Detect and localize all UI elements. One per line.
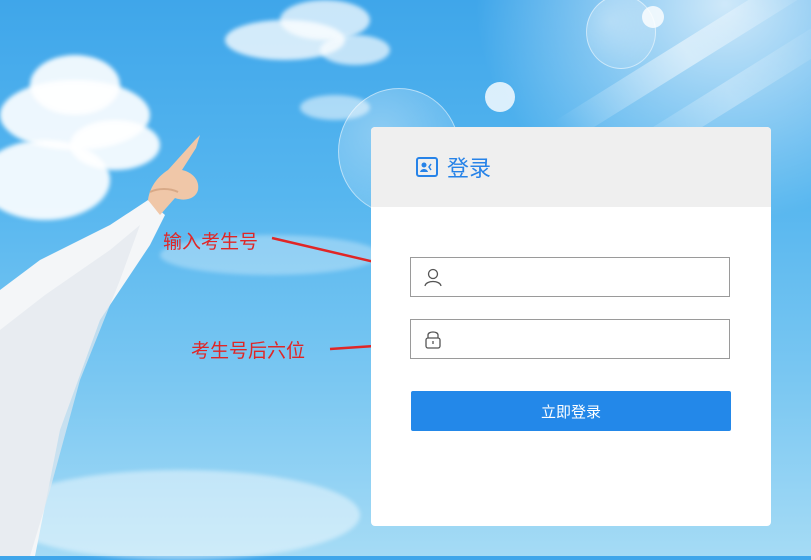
login-header: 登录 xyxy=(371,127,771,207)
cloud xyxy=(280,0,370,40)
cloud xyxy=(30,55,120,115)
pointing-hand-illustration xyxy=(0,135,200,556)
password-hint-annotation: 考生号后六位 xyxy=(191,340,306,362)
bubble xyxy=(485,82,515,112)
cloud xyxy=(320,35,390,65)
login-card-icon xyxy=(416,157,438,177)
username-field[interactable] xyxy=(410,257,730,298)
bubble xyxy=(642,6,664,28)
password-field[interactable] xyxy=(410,319,730,360)
user-icon xyxy=(424,268,442,287)
password-input[interactable] xyxy=(457,320,721,360)
login-title: 登录 xyxy=(447,157,492,182)
username-hint-annotation: 输入考生号 xyxy=(163,231,259,253)
username-input[interactable] xyxy=(457,258,721,298)
login-submit-button[interactable]: 立即登录 xyxy=(411,391,731,431)
login-panel: 登录 立即登录 xyxy=(371,127,771,526)
lock-icon xyxy=(425,331,441,349)
